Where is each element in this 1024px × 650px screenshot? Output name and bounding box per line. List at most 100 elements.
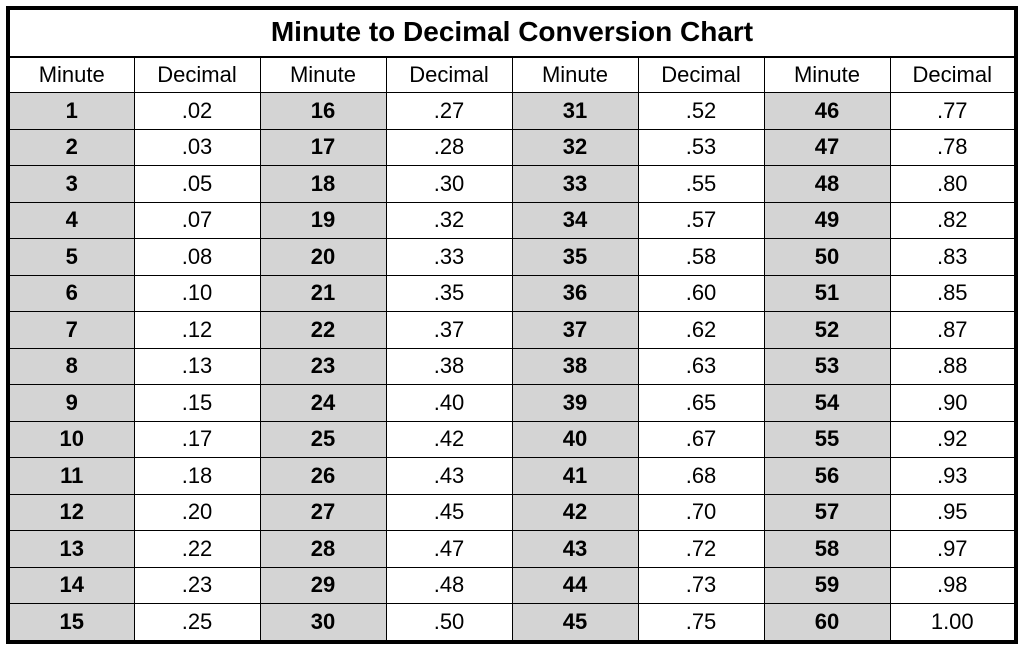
decimal-cell: .03	[134, 129, 260, 166]
minute-cell: 20	[260, 239, 386, 276]
decimal-cell: .82	[890, 202, 1016, 239]
decimal-cell: .13	[134, 348, 260, 385]
decimal-cell: .80	[890, 166, 1016, 203]
minute-cell: 29	[260, 567, 386, 604]
decimal-cell: .35	[386, 275, 512, 312]
minute-cell: 35	[512, 239, 638, 276]
minute-cell: 37	[512, 312, 638, 349]
minute-cell: 22	[260, 312, 386, 349]
table-row: 15.2530.5045.75601.00	[8, 604, 1016, 642]
minute-cell: 3	[8, 166, 134, 203]
decimal-cell: .25	[134, 604, 260, 642]
decimal-cell: .52	[638, 93, 764, 130]
table-row: 3.0518.3033.5548.80	[8, 166, 1016, 203]
table-row: 2.0317.2832.5347.78	[8, 129, 1016, 166]
table-row: 7.1222.3737.6252.87	[8, 312, 1016, 349]
decimal-cell: .53	[638, 129, 764, 166]
minute-cell: 49	[764, 202, 890, 239]
decimal-cell: .27	[386, 93, 512, 130]
minute-cell: 24	[260, 385, 386, 422]
decimal-cell: .05	[134, 166, 260, 203]
minute-cell: 21	[260, 275, 386, 312]
decimal-cell: .98	[890, 567, 1016, 604]
table-row: 6.1021.3536.6051.85	[8, 275, 1016, 312]
decimal-cell: .33	[386, 239, 512, 276]
header-minute: Minute	[260, 57, 386, 93]
minute-cell: 50	[764, 239, 890, 276]
decimal-cell: .10	[134, 275, 260, 312]
decimal-cell: .30	[386, 166, 512, 203]
minute-cell: 11	[8, 458, 134, 495]
table-row: 12.2027.4542.7057.95	[8, 494, 1016, 531]
decimal-cell: .32	[386, 202, 512, 239]
decimal-cell: .73	[638, 567, 764, 604]
minute-cell: 45	[512, 604, 638, 642]
decimal-cell: .92	[890, 421, 1016, 458]
decimal-cell: .78	[890, 129, 1016, 166]
conversion-table: Minute to Decimal Conversion Chart Minut…	[6, 6, 1018, 644]
minute-cell: 59	[764, 567, 890, 604]
minute-cell: 7	[8, 312, 134, 349]
decimal-cell: .23	[134, 567, 260, 604]
column-header-row: Minute Decimal Minute Decimal Minute Dec…	[8, 57, 1016, 93]
minute-cell: 1	[8, 93, 134, 130]
decimal-cell: .48	[386, 567, 512, 604]
minute-cell: 47	[764, 129, 890, 166]
minute-cell: 6	[8, 275, 134, 312]
minute-cell: 18	[260, 166, 386, 203]
minute-cell: 10	[8, 421, 134, 458]
minute-cell: 52	[764, 312, 890, 349]
decimal-cell: .85	[890, 275, 1016, 312]
minute-cell: 14	[8, 567, 134, 604]
decimal-cell: .75	[638, 604, 764, 642]
decimal-cell: .42	[386, 421, 512, 458]
minute-cell: 39	[512, 385, 638, 422]
decimal-cell: .07	[134, 202, 260, 239]
minute-cell: 30	[260, 604, 386, 642]
decimal-cell: .72	[638, 531, 764, 568]
decimal-cell: .40	[386, 385, 512, 422]
decimal-cell: .63	[638, 348, 764, 385]
decimal-cell: .58	[638, 239, 764, 276]
decimal-cell: .95	[890, 494, 1016, 531]
table-row: 13.2228.4743.7258.97	[8, 531, 1016, 568]
minute-cell: 25	[260, 421, 386, 458]
decimal-cell: .22	[134, 531, 260, 568]
minute-cell: 51	[764, 275, 890, 312]
minute-cell: 28	[260, 531, 386, 568]
minute-cell: 23	[260, 348, 386, 385]
decimal-cell: .77	[890, 93, 1016, 130]
decimal-cell: .43	[386, 458, 512, 495]
minute-cell: 54	[764, 385, 890, 422]
header-decimal: Decimal	[638, 57, 764, 93]
header-minute: Minute	[764, 57, 890, 93]
minute-cell: 41	[512, 458, 638, 495]
decimal-cell: .20	[134, 494, 260, 531]
minute-cell: 58	[764, 531, 890, 568]
header-minute: Minute	[512, 57, 638, 93]
minute-cell: 46	[764, 93, 890, 130]
decimal-cell: .47	[386, 531, 512, 568]
minute-cell: 17	[260, 129, 386, 166]
minute-cell: 9	[8, 385, 134, 422]
minute-cell: 33	[512, 166, 638, 203]
chart-title: Minute to Decimal Conversion Chart	[8, 8, 1016, 57]
decimal-cell: .57	[638, 202, 764, 239]
minute-cell: 26	[260, 458, 386, 495]
minute-cell: 32	[512, 129, 638, 166]
table-row: 5.0820.3335.5850.83	[8, 239, 1016, 276]
table-row: 1.0216.2731.5246.77	[8, 93, 1016, 130]
minute-cell: 40	[512, 421, 638, 458]
decimal-cell: .38	[386, 348, 512, 385]
minute-cell: 4	[8, 202, 134, 239]
minute-cell: 48	[764, 166, 890, 203]
minute-cell: 36	[512, 275, 638, 312]
table-row: 10.1725.4240.6755.92	[8, 421, 1016, 458]
header-decimal: Decimal	[134, 57, 260, 93]
minute-cell: 55	[764, 421, 890, 458]
minute-cell: 31	[512, 93, 638, 130]
header-decimal: Decimal	[890, 57, 1016, 93]
minute-cell: 8	[8, 348, 134, 385]
decimal-cell: .87	[890, 312, 1016, 349]
decimal-cell: .17	[134, 421, 260, 458]
